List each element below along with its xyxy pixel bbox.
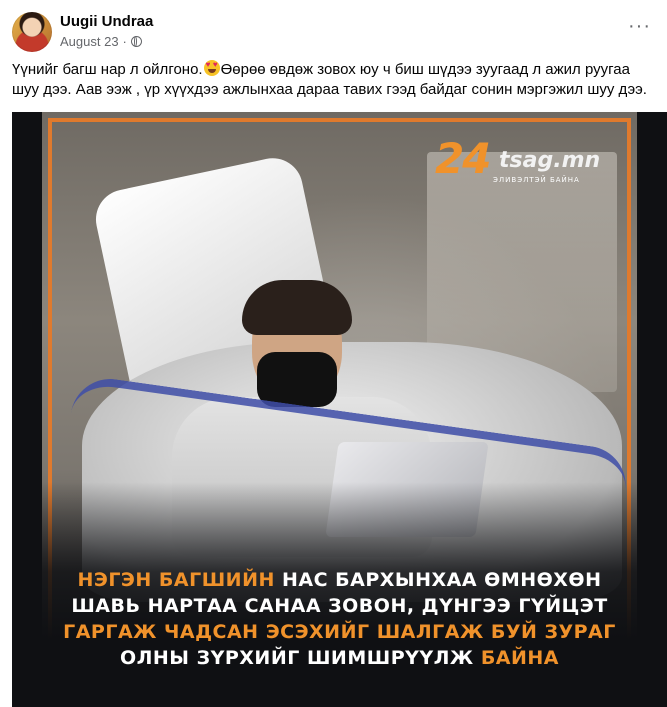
meta-separator: · (122, 34, 127, 49)
globe-icon[interactable] (130, 36, 142, 47)
headline-segment: НЭГЭН БАГШИЙН (77, 569, 282, 591)
headline-segment: БАЙНА (480, 647, 560, 669)
post-image[interactable]: 24 tsag.mn ЭЛИВЭЛТЭЙ БАЙНА НЭГЭН БАГШИЙН… (12, 112, 667, 707)
more-options-icon[interactable]: ··· (628, 16, 651, 36)
post-date[interactable]: August 23 (60, 34, 119, 49)
post-meta: August 23 · (60, 34, 142, 49)
watermark-logo: 24 tsag.mn ЭЛИВЭЛТЭЙ БАЙНА (435, 130, 605, 190)
heart-eyes-emoji-icon (203, 60, 220, 76)
face-mask (257, 352, 337, 407)
headline-segment: ГАРГАЖ ЧАДСАН ЭСЭХИЙГ ШАЛГАЖ БУЙ ЗУРАГ (63, 621, 616, 643)
patient-hair (242, 280, 352, 335)
avatar[interactable] (12, 12, 52, 52)
image-headline: НЭГЭН БАГШИЙН НАС БАРХЫНХАА ӨМНӨХӨН ШАВЬ… (62, 567, 617, 671)
watermark-tagline: ЭЛИВЭЛТЭЙ БАЙНА (493, 176, 580, 184)
post-header: Uugii Undraa August 23 · ··· (12, 10, 655, 54)
watermark-site: tsag.mn (499, 148, 601, 173)
caption-text-part1: Үүнийг багш нар л ойлгоно. (12, 61, 203, 78)
watermark-number: 24 (435, 134, 491, 183)
post-caption: Үүнийг багш нар л ойлгоно.Өөрөө өвдөж зо… (12, 60, 652, 100)
headline-segment: ОЛНЫ ЗҮРХИЙГ ШИМШРҮҮЛЖ (119, 647, 481, 669)
author-name[interactable]: Uugii Undraa (60, 13, 153, 30)
